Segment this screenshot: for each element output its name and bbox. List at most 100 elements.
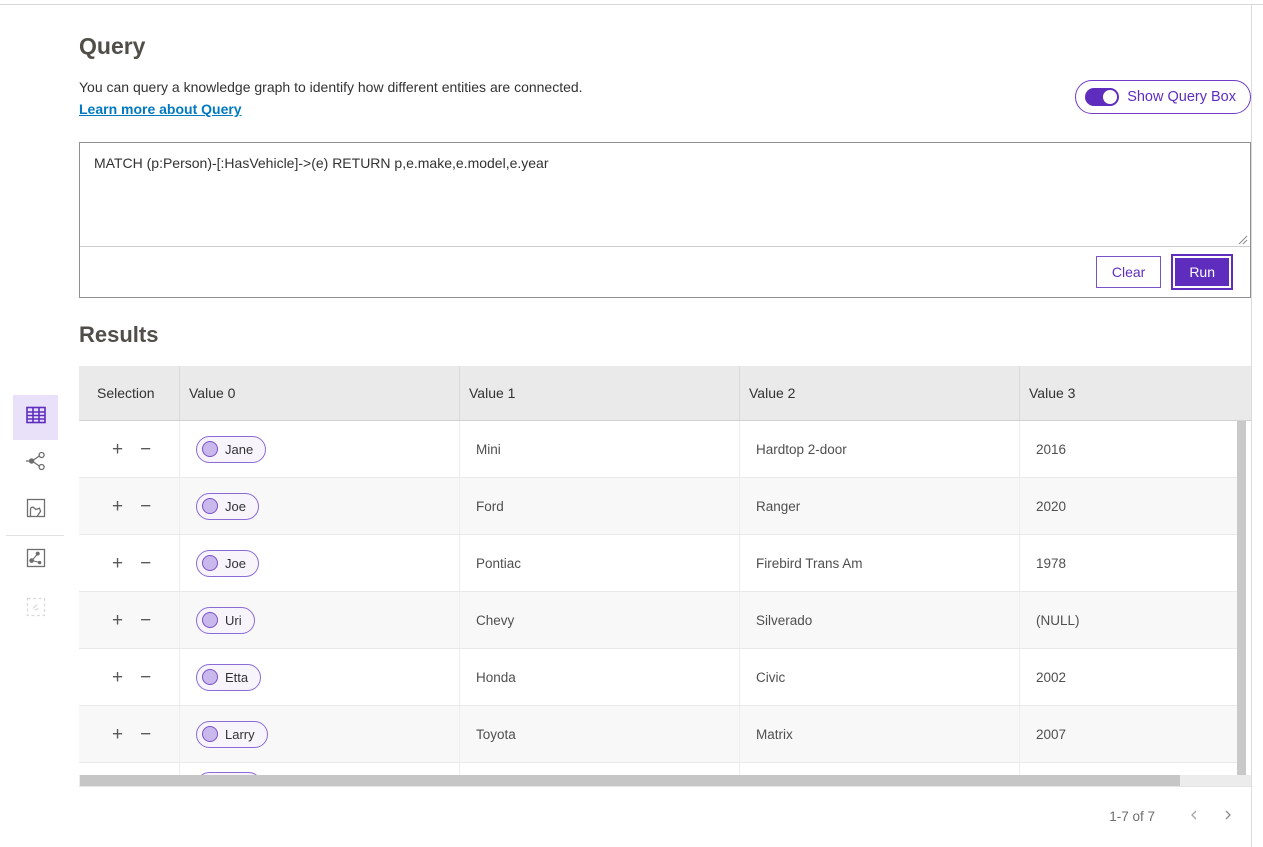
clear-button[interactable]: Clear xyxy=(1096,256,1161,288)
add-to-selection-button[interactable]: + xyxy=(112,725,123,744)
entity-label: Larry xyxy=(225,727,255,742)
table-row: + − Joe Pontiac Firebird Trans Am 1978 xyxy=(79,535,1251,592)
pagination-next-button[interactable] xyxy=(1211,799,1245,833)
add-to-selection-button[interactable]: + xyxy=(112,668,123,687)
remove-from-selection-button[interactable]: − xyxy=(140,440,151,459)
selection-cell: + − xyxy=(79,478,179,534)
value3-cell: 2002 xyxy=(1019,649,1251,705)
selection-cell: + − xyxy=(79,535,179,591)
selection-cell: + − xyxy=(79,649,179,705)
entity-dot xyxy=(202,726,218,742)
entity-pill[interactable]: Joe xyxy=(196,493,259,520)
add-to-selection-button[interactable]: + xyxy=(112,554,123,573)
horizontal-scrollbar-track[interactable] xyxy=(79,775,1251,786)
remove-from-selection-button[interactable]: − xyxy=(140,668,151,687)
value3-cell: 2016 xyxy=(1019,421,1251,477)
toggle-switch[interactable] xyxy=(1085,88,1119,106)
value0-cell: Larry xyxy=(179,706,459,762)
sidebar-item-table-view[interactable] xyxy=(13,395,58,440)
entity-label: Joe xyxy=(225,499,246,514)
value2-cell: Silverado xyxy=(739,592,1019,648)
value1-cell: Pontiac xyxy=(459,535,739,591)
link-chart-view-icon xyxy=(24,449,48,478)
remove-from-selection-button[interactable]: − xyxy=(140,554,151,573)
sidebar-item-link-chart-map-view[interactable] xyxy=(13,538,58,583)
top-border xyxy=(0,4,1263,5)
remove-from-selection-button[interactable]: − xyxy=(140,497,151,516)
entity-pill[interactable]: Etta xyxy=(196,664,261,691)
sidebar-item-map-view[interactable] xyxy=(13,488,58,533)
new-view-disabled-icon xyxy=(24,595,48,624)
toggle-label: Show Query Box xyxy=(1127,89,1236,105)
sidebar-item-link-chart-view[interactable] xyxy=(13,441,58,486)
chevron-left-icon xyxy=(1187,808,1201,825)
horizontal-scrollbar[interactable] xyxy=(80,775,1180,786)
selection-cell: + − xyxy=(79,706,179,762)
query-description: You can query a knowledge graph to ident… xyxy=(79,79,583,95)
entity-label: Joe xyxy=(225,556,246,571)
page-title: Query xyxy=(79,33,145,60)
table-header: Selection Value 0 Value 1 Value 2 Value … xyxy=(79,366,1251,421)
value2-cell: Civic xyxy=(739,649,1019,705)
run-button[interactable]: Run xyxy=(1175,258,1229,286)
value1-cell: Toyota xyxy=(459,706,739,762)
resize-grip-icon[interactable] xyxy=(1236,232,1248,244)
column-header-value3: Value 3 xyxy=(1019,366,1251,420)
learn-more-link[interactable]: Learn more about Query xyxy=(79,101,242,117)
selection-cell: + − xyxy=(79,592,179,648)
value3-cell: 2020 xyxy=(1019,478,1251,534)
sidebar-item-new-view-disabled xyxy=(13,587,58,632)
entity-pill[interactable]: Joe xyxy=(196,550,259,577)
column-header-value1: Value 1 xyxy=(459,366,739,420)
entity-dot xyxy=(202,612,218,628)
remove-from-selection-button[interactable]: − xyxy=(140,611,151,630)
results-title: Results xyxy=(79,322,158,348)
entity-label: Uri xyxy=(225,613,242,628)
value0-cell: Joe xyxy=(179,478,459,534)
value2-cell: Ranger xyxy=(739,478,1019,534)
value0-cell: Uri xyxy=(179,592,459,648)
map-view-icon xyxy=(24,496,48,525)
add-to-selection-button[interactable]: + xyxy=(112,497,123,516)
query-footer: Clear Run xyxy=(80,247,1250,297)
query-box: MATCH (p:Person)-[:HasVehicle]->(e) RETU… xyxy=(79,142,1251,298)
table-body: + − Jane Mini Hardtop 2-door 2016 + − Jo… xyxy=(79,421,1251,763)
vertical-scrollbar[interactable] xyxy=(1237,421,1246,775)
add-to-selection-button[interactable]: + xyxy=(112,611,123,630)
pagination-prev-button[interactable] xyxy=(1177,799,1211,833)
value3-cell: 2007 xyxy=(1019,706,1251,762)
add-to-selection-button[interactable]: + xyxy=(112,440,123,459)
entity-pill[interactable]: Larry xyxy=(196,721,268,748)
table-row: + − Etta Honda Civic 2002 xyxy=(79,649,1251,706)
column-header-value0: Value 0 xyxy=(179,366,459,420)
entity-pill[interactable]: Uri xyxy=(196,607,255,634)
value1-cell: Ford xyxy=(459,478,739,534)
pagination-label: 1-7 of 7 xyxy=(1109,809,1155,824)
value2-cell: Hardtop 2-door xyxy=(739,421,1019,477)
sidebar-divider xyxy=(6,535,64,536)
value1-cell: Chevy xyxy=(459,592,739,648)
value2-cell: Firebird Trans Am xyxy=(739,535,1019,591)
query-textarea-wrap: MATCH (p:Person)-[:HasVehicle]->(e) RETU… xyxy=(80,143,1250,247)
selection-cell: + − xyxy=(79,421,179,477)
results-table: Selection Value 0 Value 1 Value 2 Value … xyxy=(79,366,1251,845)
entity-dot xyxy=(202,555,218,571)
table-row: + − Uri Chevy Silverado (NULL) xyxy=(79,592,1251,649)
value3-cell: 1978 xyxy=(1019,535,1251,591)
entity-dot xyxy=(202,498,218,514)
chevron-right-icon xyxy=(1221,808,1235,825)
value3-cell: (NULL) xyxy=(1019,592,1251,648)
entity-dot xyxy=(202,441,218,457)
table-row: + − Joe Ford Ranger 2020 xyxy=(79,478,1251,535)
table-footer: 1-7 of 7 xyxy=(79,786,1251,845)
column-header-selection: Selection xyxy=(79,366,179,420)
show-query-box-toggle[interactable]: Show Query Box xyxy=(1075,80,1251,114)
entity-dot xyxy=(202,669,218,685)
query-input[interactable]: MATCH (p:Person)-[:HasVehicle]->(e) RETU… xyxy=(80,143,1250,246)
value0-cell: Joe xyxy=(179,535,459,591)
entity-pill[interactable]: Jane xyxy=(196,436,266,463)
entity-label: Etta xyxy=(225,670,248,685)
remove-from-selection-button[interactable]: − xyxy=(140,725,151,744)
right-border xyxy=(1251,5,1252,847)
table-row: + − Jane Mini Hardtop 2-door 2016 xyxy=(79,421,1251,478)
